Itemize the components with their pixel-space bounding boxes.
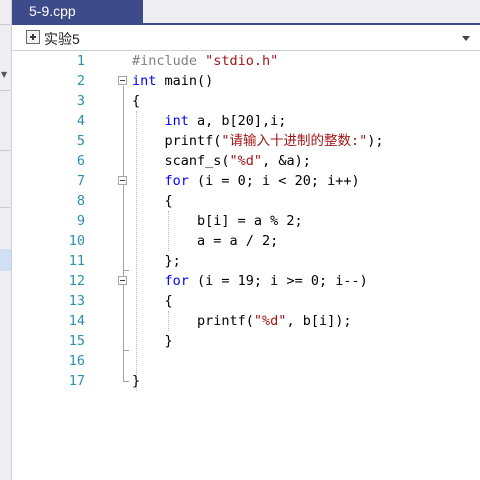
- code-token: for: [164, 173, 189, 189]
- line-number: 16: [68, 353, 85, 369]
- line-number: 10: [68, 233, 85, 249]
- line-number: 2: [76, 73, 85, 89]
- chevron-down-icon[interactable]: [460, 28, 472, 46]
- code-token: "%d": [253, 313, 287, 329]
- code-token: }: [132, 333, 173, 349]
- tab-underline: [12, 23, 480, 25]
- code-line[interactable]: 2 int main(): [12, 71, 480, 91]
- code-line[interactable]: 6 scanf_s("%d", &a);: [12, 151, 480, 171]
- code-line[interactable]: 11 };: [12, 251, 480, 271]
- code-line[interactable]: 9 b[i] = a % 2;: [12, 211, 480, 231]
- divider: [0, 24, 10, 25]
- code-text[interactable]: {: [132, 91, 140, 111]
- code-text[interactable]: };: [132, 251, 181, 271]
- code-token: {: [132, 293, 173, 309]
- code-text[interactable]: a = a / 2;: [132, 231, 278, 251]
- solution-explorer-strip[interactable]: ▼: [0, 0, 12, 480]
- code-token: "%d": [229, 153, 263, 169]
- navigation-bar: 实验5: [12, 26, 480, 51]
- code-text[interactable]: }: [132, 331, 173, 351]
- code-token: }: [132, 373, 141, 389]
- code-token: scanf_s(: [132, 153, 230, 169]
- code-text[interactable]: b[i] = a % 2;: [132, 211, 303, 231]
- code-token: {: [132, 93, 141, 109]
- code-line[interactable]: 8 {: [12, 191, 480, 211]
- line-number: 15: [68, 333, 85, 349]
- line-number: 14: [68, 313, 85, 329]
- code-token: };: [132, 253, 181, 269]
- code-line[interactable]: 12 for (i = 19; i >= 0; i--): [12, 271, 480, 291]
- code-token: b[i] = a % 2;: [132, 213, 303, 229]
- divider: [0, 207, 10, 208]
- line-number: 3: [76, 93, 85, 109]
- code-line[interactable]: 10 a = a / 2;: [12, 231, 480, 251]
- code-token: a, b[20],i;: [188, 113, 287, 129]
- chevron-down-icon[interactable]: ▼: [1, 70, 7, 79]
- line-number: 9: [76, 213, 85, 229]
- line-number: 6: [76, 153, 85, 169]
- code-text[interactable]: #include "stdio.h": [132, 51, 278, 71]
- code-line[interactable]: 15 }: [12, 331, 480, 351]
- selected-tree-item[interactable]: [0, 249, 11, 271]
- code-text[interactable]: printf("%d", b[i]);: [132, 311, 351, 331]
- code-token: "请输入十进制的整数:": [221, 133, 368, 149]
- line-number: 12: [68, 273, 85, 289]
- code-text[interactable]: int a, b[20],i;: [132, 111, 287, 131]
- code-line[interactable]: 4 int a, b[20],i;: [12, 111, 480, 131]
- code-token: printf(: [132, 313, 254, 329]
- code-token: , b[i]);: [286, 313, 352, 329]
- tab-5-9-cpp[interactable]: 5-9.cpp: [12, 0, 143, 23]
- project-scope-label: 实验5: [44, 31, 80, 47]
- code-line[interactable]: 17}: [12, 371, 480, 391]
- code-line[interactable]: 1 #include "stdio.h": [12, 51, 480, 71]
- line-number: 5: [76, 133, 85, 149]
- line-number: 7: [76, 173, 85, 189]
- code-text[interactable]: {: [132, 291, 173, 311]
- code-token: );: [367, 133, 384, 149]
- divider: [0, 150, 10, 151]
- project-icon: [26, 30, 40, 44]
- code-line[interactable]: 7 for (i = 0; i < 20; i++): [12, 171, 480, 191]
- code-token: int: [164, 113, 189, 129]
- line-number: 1: [76, 53, 85, 69]
- tab-label: 5-9.cpp: [29, 3, 76, 19]
- code-line[interactable]: 13 {: [12, 291, 480, 311]
- code-token: for: [164, 273, 189, 289]
- code-token: int: [132, 73, 157, 89]
- code-token: (i = 0; i < 20; i++): [188, 173, 360, 189]
- line-number: 8: [76, 193, 85, 209]
- code-line[interactable]: 14 printf("%d", b[i]);: [12, 311, 480, 331]
- code-token: #include: [132, 53, 206, 69]
- code-token: printf(: [132, 133, 222, 149]
- code-editor[interactable]: 1 #include "stdio.h" 2 int main() 3{4 int a,…: [12, 51, 480, 480]
- code-text[interactable]: for (i = 0; i < 20; i++): [132, 171, 360, 191]
- code-text[interactable]: {: [132, 191, 173, 211]
- code-text[interactable]: for (i = 19; i >= 0; i--): [132, 271, 368, 291]
- code-line[interactable]: 3{: [12, 91, 480, 111]
- code-token: "stdio.h": [205, 53, 279, 69]
- code-line[interactable]: 5 printf("请输入十进制的整数:");: [12, 131, 480, 151]
- line-number: 13: [68, 293, 85, 309]
- line-number: 11: [68, 253, 85, 269]
- code-line[interactable]: 16: [12, 351, 480, 371]
- line-number: 17: [68, 373, 85, 389]
- code-token: (i = 19; i >= 0; i--): [188, 273, 368, 289]
- divider: [0, 90, 10, 91]
- code-token: {: [132, 193, 173, 209]
- code-text[interactable]: int main(): [132, 71, 213, 91]
- code-text[interactable]: }: [132, 371, 140, 391]
- line-number: 4: [76, 113, 85, 129]
- code-text[interactable]: scanf_s("%d", &a);: [132, 151, 311, 171]
- code-text[interactable]: printf("请输入十进制的整数:");: [132, 131, 384, 151]
- code-token: , &a);: [262, 153, 311, 169]
- code-token: main(): [156, 73, 214, 89]
- code-token: a = a / 2;: [132, 233, 279, 249]
